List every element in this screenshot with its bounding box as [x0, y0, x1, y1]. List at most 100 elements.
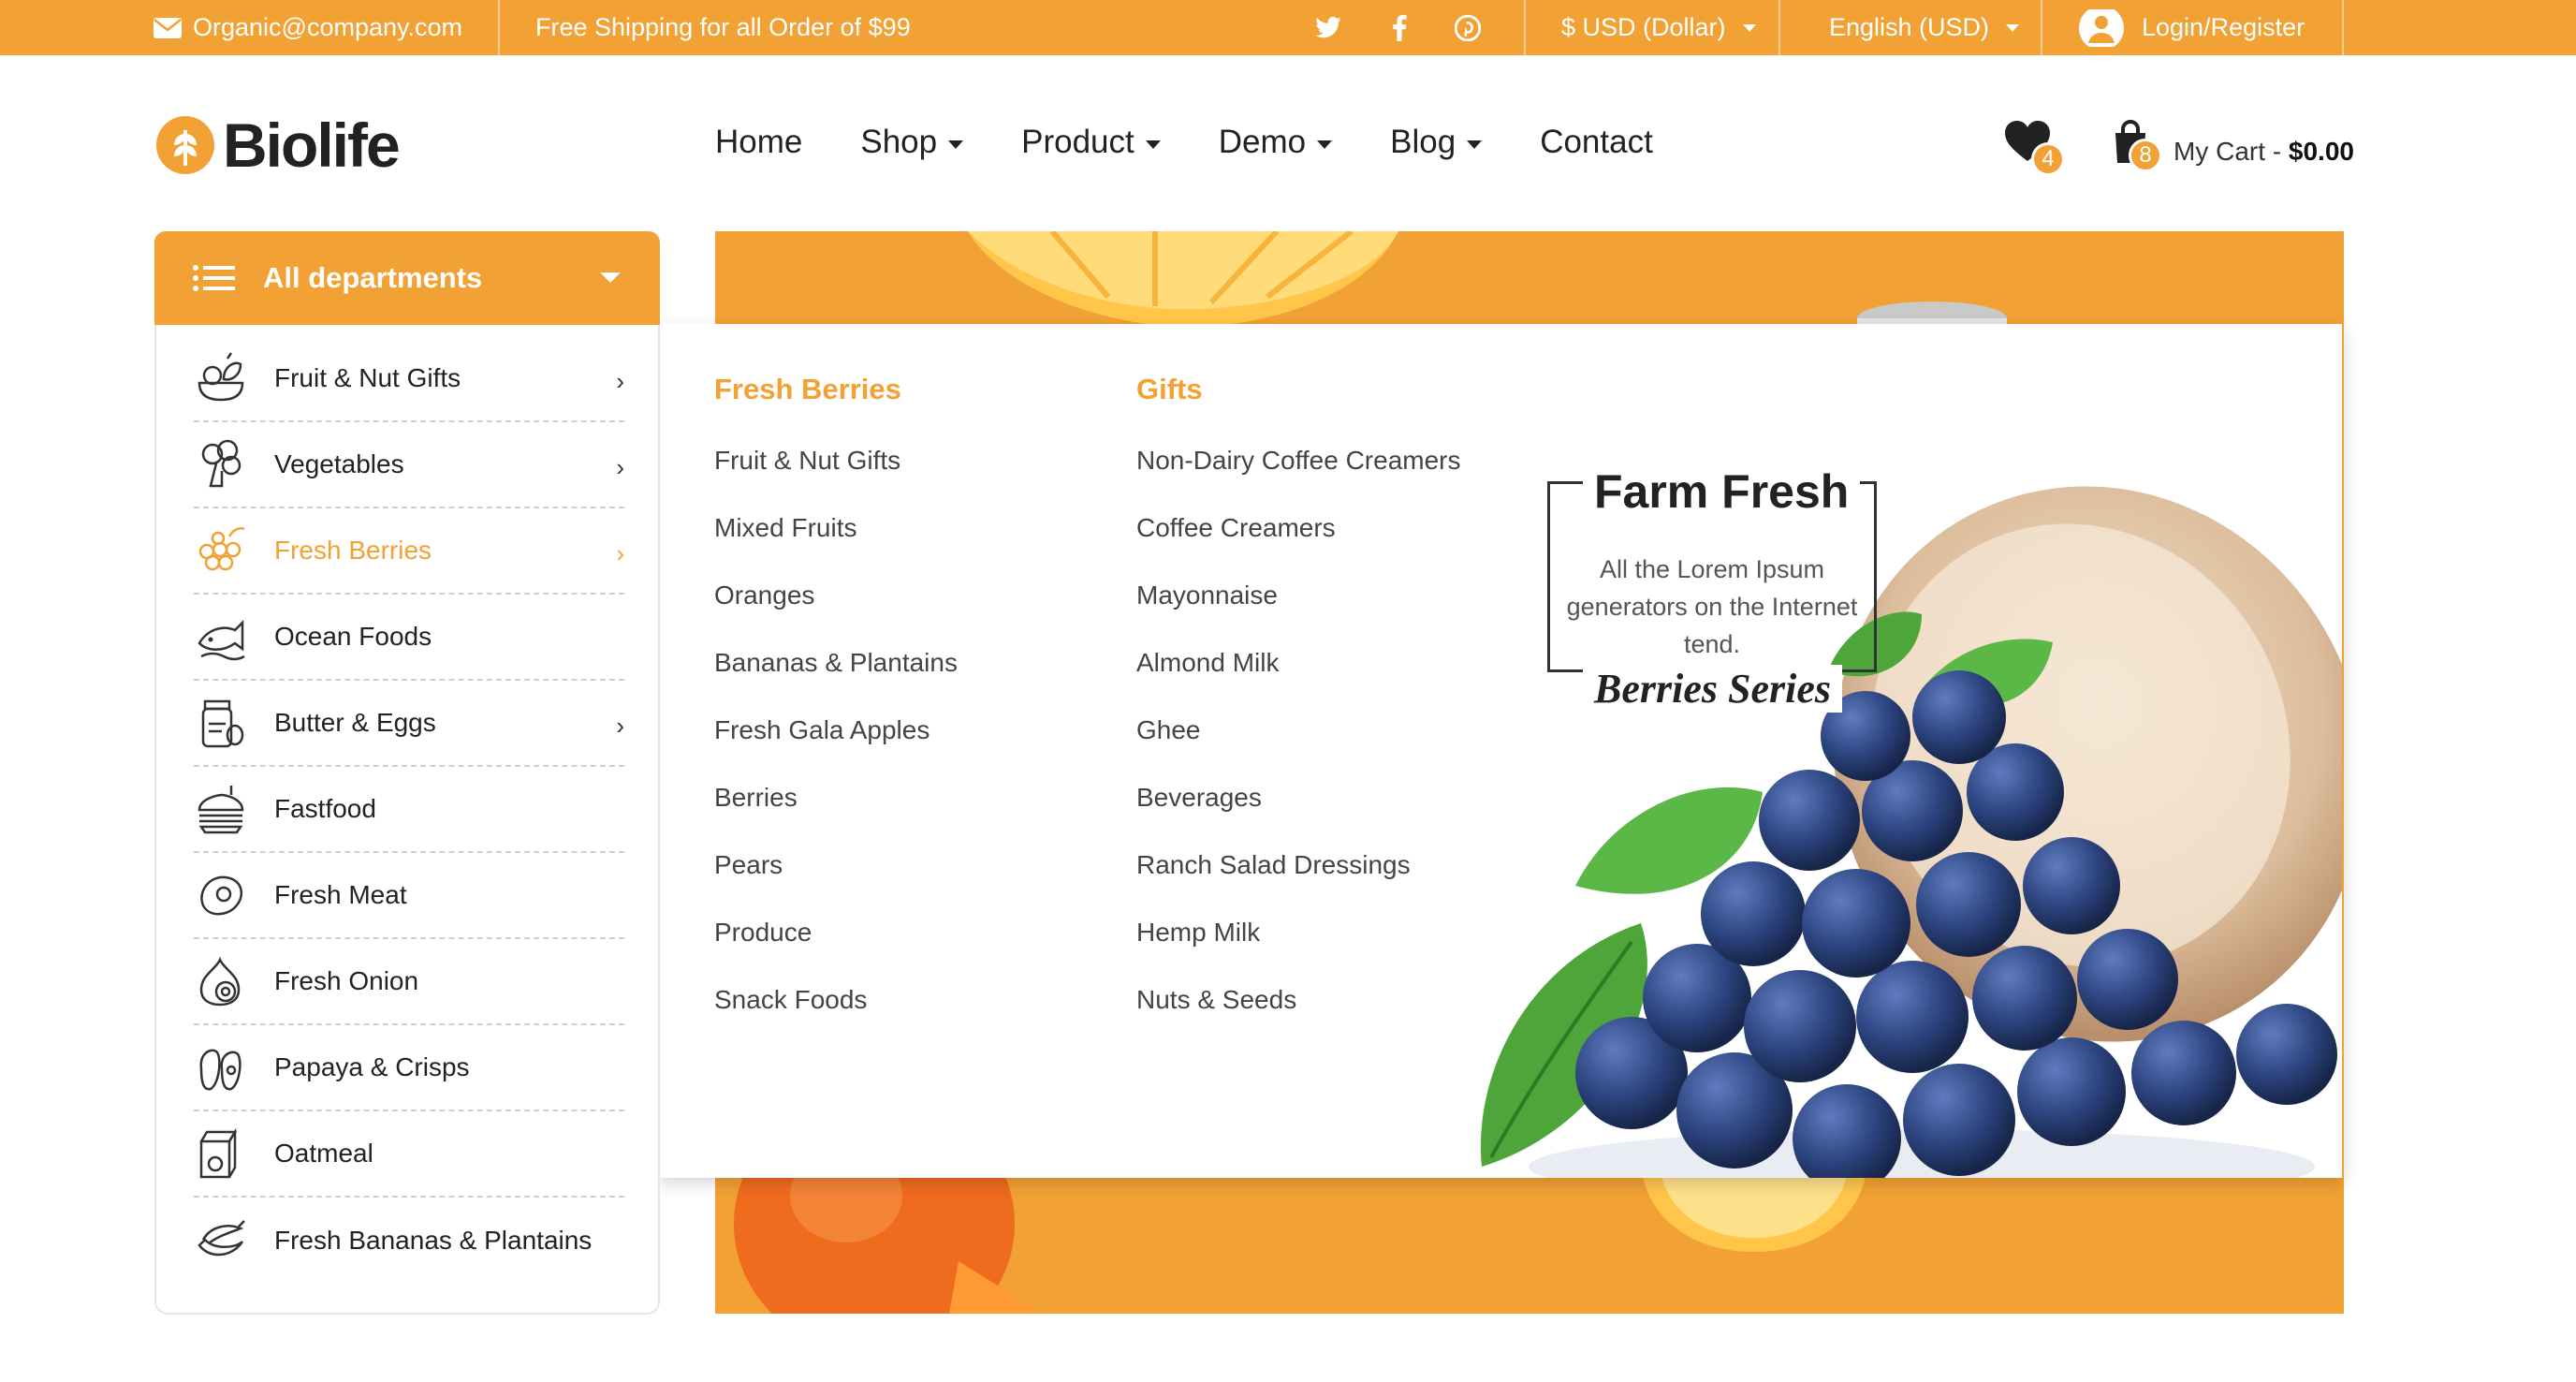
dept-item-fresh-berries[interactable]: Fresh Berries ›	[194, 508, 624, 595]
shipping-notice: Free Shipping for all Order of $99	[535, 0, 911, 55]
nav-label: Blog	[1390, 124, 1456, 160]
twitter-link[interactable]	[1314, 0, 1342, 55]
menu-link[interactable]: Beverages	[1136, 764, 1461, 831]
all-departments-toggle[interactable]: All departments	[154, 231, 660, 325]
orange-slice-image	[968, 231, 1398, 327]
papaya-icon	[199, 1049, 242, 1091]
language-selector[interactable]: English (USD)	[1829, 0, 2020, 55]
departments-list: Fruit & Nut Gifts › Vegetables › Fresh B…	[194, 336, 624, 1284]
menu-link[interactable]: Hemp Milk	[1136, 899, 1461, 966]
promo-title: Farm Fresh	[1583, 464, 1861, 519]
divider	[2041, 0, 2042, 55]
menu-link[interactable]: Nuts & Seeds	[1136, 966, 1461, 1034]
dept-item-fresh-bananas-plantains[interactable]: Fresh Bananas & Plantains	[194, 1198, 624, 1284]
dept-item-papaya-crisps[interactable]: Papaya & Crisps	[194, 1025, 624, 1111]
nav-shop[interactable]: Shop	[860, 124, 964, 161]
departments-menu: Fruit & Nut Gifts › Vegetables › Fresh B…	[154, 325, 660, 1315]
menu-link[interactable]: Ranch Salad Dressings	[1136, 831, 1461, 899]
facebook-link[interactable]	[1391, 0, 1408, 55]
pinterest-link[interactable]	[1455, 0, 1481, 55]
dept-label: Fruit & Nut Gifts	[274, 363, 461, 392]
menu-link[interactable]: Pears	[714, 831, 958, 899]
dept-item-ocean-foods[interactable]: Ocean Foods	[194, 595, 624, 681]
dept-item-fresh-meat[interactable]: Fresh Meat	[194, 853, 624, 939]
dept-item-fruit-nut-gifts[interactable]: Fruit & Nut Gifts ›	[194, 336, 624, 422]
promo-text: All the Lorem Ipsum generators on the In…	[1566, 555, 1858, 658]
dept-item-vegetables[interactable]: Vegetables ›	[194, 422, 624, 508]
dept-label: Butter & Eggs	[274, 708, 436, 737]
top-bar: Organic@company.com Free Shipping for al…	[0, 0, 2576, 55]
chevron-right-icon: ›	[616, 453, 624, 481]
menu-link[interactable]: Ghee	[1136, 697, 1461, 764]
nav-label: Demo	[1218, 124, 1307, 160]
login-register-link[interactable]: Login/Register	[2078, 0, 2305, 55]
menu-link[interactable]: Oranges	[714, 562, 958, 629]
nav-contact[interactable]: Contact	[1540, 124, 1653, 161]
menu-link[interactable]: Fresh Gala Apples	[714, 697, 958, 764]
orange-half-image	[1642, 1172, 1866, 1252]
chevron-right-icon: ›	[616, 712, 624, 740]
site-logo[interactable]: Biolife	[154, 110, 401, 180]
nav-label: Shop	[860, 124, 938, 160]
megamenu-column-fresh-berries: Fresh Berries Fruit & Nut Gifts Mixed Fr…	[714, 373, 958, 1034]
cart-summary: My Cart - $0.00	[2174, 137, 2354, 167]
chevron-right-icon: ›	[616, 539, 624, 567]
megamenu-column-gifts: Gifts Non-Dairy Coffee Creamers Coffee C…	[1136, 373, 1461, 1034]
menu-link[interactable]: Fruit & Nut Gifts	[714, 427, 958, 494]
menu-link[interactable]: Mayonnaise	[1136, 562, 1461, 629]
berries-icon	[198, 527, 245, 571]
fruit-basket-icon	[198, 352, 244, 402]
promo-box[interactable]: Farm Fresh All the Lorem Ipsum generator…	[1547, 464, 1877, 713]
dept-label: Fresh Onion	[274, 966, 419, 995]
banana-icon	[198, 1220, 245, 1257]
menu-link[interactable]: Snack Foods	[714, 966, 958, 1034]
shipping-text: Free Shipping for all Order of $99	[535, 13, 911, 41]
caret-down-icon	[1742, 23, 1756, 32]
menu-link[interactable]: Berries	[714, 764, 958, 831]
dept-label: Vegetables	[274, 449, 404, 478]
divider	[2342, 0, 2344, 55]
menu-link[interactable]: Almond Milk	[1136, 629, 1461, 697]
dept-item-fresh-onion[interactable]: Fresh Onion	[194, 939, 624, 1025]
burger-icon	[198, 786, 244, 834]
dept-label: Papaya & Crisps	[274, 1052, 470, 1081]
cart-total: $0.00	[2288, 137, 2354, 166]
menu-link[interactable]: Coffee Creamers	[1136, 494, 1461, 562]
divider	[1778, 0, 1780, 55]
promo-series: Berries Series	[1583, 665, 1842, 713]
dept-item-butter-eggs[interactable]: Butter & Eggs ›	[194, 681, 624, 767]
cart-button[interactable]: 8 My Cart - $0.00	[2112, 120, 2354, 176]
dept-item-oatmeal[interactable]: Oatmeal	[194, 1111, 624, 1198]
menu-link[interactable]: Mixed Fruits	[714, 494, 958, 562]
mega-menu-dropdown: Fresh Berries Fruit & Nut Gifts Mixed Fr…	[658, 324, 2344, 1178]
nav-demo[interactable]: Demo	[1218, 124, 1333, 161]
caret-down-icon	[2006, 23, 2020, 32]
menu-link[interactable]: Produce	[714, 899, 958, 966]
nav-label: Contact	[1540, 124, 1653, 160]
menu-link[interactable]: Non-Dairy Coffee Creamers	[1136, 427, 1461, 494]
column-heading[interactable]: Gifts	[1136, 373, 1461, 406]
divider	[498, 0, 500, 55]
nav-label: Home	[715, 124, 803, 160]
broccoli-icon	[201, 439, 242, 488]
dept-label: Oatmeal	[274, 1139, 373, 1168]
nav-product[interactable]: Product	[1021, 124, 1161, 161]
dept-item-fastfood[interactable]: Fastfood	[194, 767, 624, 853]
steak-icon	[200, 875, 243, 916]
nav-blog[interactable]: Blog	[1390, 124, 1483, 161]
dept-label: Fresh Meat	[274, 880, 407, 909]
column-heading[interactable]: Fresh Berries	[714, 373, 958, 406]
nav-label: Product	[1021, 124, 1134, 160]
currency-selector[interactable]: $ USD (Dollar)	[1561, 0, 1756, 55]
wishlist-count-badge: 4	[2031, 142, 2065, 176]
oatmeal-box-icon	[199, 1127, 238, 1179]
wishlist-button[interactable]: 4	[2003, 120, 2065, 176]
dept-label: Fresh Bananas & Plantains	[274, 1226, 593, 1255]
dept-label: Ocean Foods	[274, 622, 432, 651]
menu-link[interactable]: Bananas & Plantains	[714, 629, 958, 697]
login-label: Login/Register	[2142, 13, 2305, 41]
nav-home[interactable]: Home	[715, 124, 802, 161]
cart-count-badge: 8	[2129, 139, 2162, 172]
twitter-icon	[1315, 16, 1341, 37]
contact-email[interactable]: Organic@company.com	[154, 0, 462, 55]
